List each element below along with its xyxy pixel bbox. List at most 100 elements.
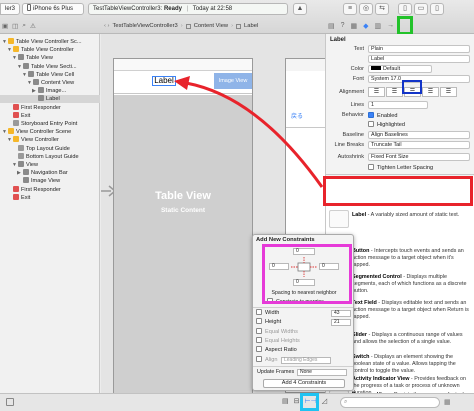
jumpbar-item-content-view[interactable]: Content View <box>194 23 228 29</box>
library-item[interactable]: Segmented Control - Displays multiple se… <box>352 274 472 295</box>
file-inspector-icon[interactable]: ▤ <box>328 22 335 30</box>
outline-item[interactable]: ▼ View Controller <box>0 136 100 144</box>
device-selector[interactable]: iPhone 6s Plus <box>22 3 84 15</box>
align-row[interactable]: Align <box>256 356 277 365</box>
stack-icon[interactable]: ▤ <box>282 397 289 405</box>
outline-item[interactable]: Top Layout Guide <box>0 144 100 153</box>
outline-item[interactable]: Label <box>0 95 100 104</box>
color-select[interactable]: Default <box>368 65 432 73</box>
outline-item-icon <box>23 177 29 184</box>
library-item[interactable]: Activity Indicator View - Provides feedb… <box>352 376 472 393</box>
outline-item-label: Top Layout Guide <box>26 145 70 152</box>
line-breaks-select[interactable]: Truncate Tail <box>368 141 470 149</box>
outline-item[interactable]: Bottom Layout Guide <box>0 152 100 161</box>
toggle-outline-icon[interactable] <box>6 398 14 406</box>
inspector-section-title: Label <box>330 37 346 43</box>
library-item[interactable]: Label - A variably sized amount of stati… <box>352 212 472 219</box>
width-label: Width <box>265 310 280 316</box>
align-select[interactable]: Leading Edges <box>281 357 331 364</box>
version-editor-icon[interactable]: ⇆ <box>375 3 389 15</box>
symbol-icon[interactable]: ◫ <box>12 22 18 30</box>
lines-field[interactable]: 1 <box>368 101 428 109</box>
folder-icon[interactable]: ▣ <box>2 22 8 30</box>
outline-item[interactable]: First Responder <box>0 103 100 112</box>
utilities-toggle-icon[interactable]: ▯ <box>430 3 444 15</box>
library-item[interactable]: Slider - Displays a continuous range of … <box>352 332 472 346</box>
highlighted-checkbox[interactable]: Highlighted <box>368 121 405 128</box>
autoshrink-select[interactable]: Fixed Font Size <box>368 153 470 161</box>
status-state: Ready <box>163 6 182 12</box>
outline-item[interactable]: ▼ View <box>0 161 100 169</box>
connections-inspector-icon[interactable]: → <box>387 22 394 29</box>
scheme-selector[interactable]: ler3 <box>0 3 20 15</box>
width-field[interactable]: 43 <box>331 310 351 317</box>
align-center-icon[interactable]: ☰ <box>386 87 403 97</box>
outline-item[interactable]: ▼ Table View <box>0 54 100 62</box>
update-frames-select[interactable]: None <box>297 369 347 376</box>
equal-widths-row[interactable]: Equal Widths <box>256 328 298 337</box>
standard-editor-icon[interactable]: ≡ <box>343 3 357 15</box>
outline-item-icon <box>13 103 19 110</box>
issue-icon[interactable]: ⚠ <box>30 22 36 30</box>
outline-item-label: View <box>26 162 39 168</box>
outline-item-label: Table View Secti... <box>31 63 77 70</box>
height-field[interactable]: 21 <box>331 319 351 326</box>
jumpbar-item-label[interactable]: Label <box>244 23 258 29</box>
outline-item[interactable]: ▼ Table View Cell <box>0 70 100 79</box>
help-inspector-icon[interactable]: ? <box>341 22 345 29</box>
outline-item-icon <box>13 120 19 126</box>
outline-item[interactable]: ▼ View Controller Scene <box>0 128 100 136</box>
height-row[interactable]: Height <box>256 318 281 327</box>
identity-inspector-icon[interactable]: ▦ <box>351 22 358 30</box>
align-justified-icon[interactable]: ☰ <box>422 87 439 97</box>
add-constraints-button[interactable]: Add 4 Constraints <box>263 379 345 388</box>
outline-item[interactable]: ▶ Navigation Bar <box>0 169 100 177</box>
library-item[interactable]: Button - Intercepts touch events and sen… <box>352 248 472 269</box>
text-content-field[interactable]: Label <box>368 55 470 63</box>
outline-item[interactable]: ▼ Table View Secti... <box>0 62 100 71</box>
jumpbar-back-icon[interactable]: ‹ › <box>104 23 109 29</box>
text-type-select[interactable]: Plain <box>368 45 470 53</box>
outline-item[interactable]: Exit <box>0 111 100 120</box>
align-natural-icon[interactable]: ☰ <box>440 87 457 97</box>
outline-item[interactable]: Image View <box>0 177 100 185</box>
outline-item-label: View Controller <box>21 137 59 144</box>
outline-item[interactable]: Exit <box>0 193 100 202</box>
update-frames-label: Update Frames <box>257 369 295 375</box>
resolve-issues-icon[interactable]: ◿ <box>322 397 327 405</box>
checkbox-icon <box>256 356 262 362</box>
outline-item[interactable]: ▼ Content View <box>0 79 100 87</box>
library-filter-input[interactable]: ⌕ <box>340 397 440 408</box>
navigator-toggle-icon[interactable]: ▯ <box>398 3 412 15</box>
lines-label: Lines <box>350 102 364 108</box>
grid-view-icon[interactable]: ▦ <box>444 398 451 406</box>
find-icon[interactable]: ⌕ <box>22 22 26 30</box>
align-icon[interactable]: ⊟ <box>294 397 300 405</box>
debug-toggle-icon[interactable]: ▭ <box>414 3 428 15</box>
align-left-icon[interactable]: ☰ <box>368 87 385 97</box>
jumpbar-item-project[interactable]: TestTableViewController3 <box>112 23 177 29</box>
aspect-ratio-row[interactable]: Aspect Ratio <box>256 346 297 355</box>
width-row[interactable]: Width <box>256 309 279 318</box>
size-inspector-icon[interactable]: ▥ <box>375 22 382 30</box>
baseline-select[interactable]: Align Baselines <box>368 131 470 139</box>
tighten-checkbox[interactable]: Tighten Letter Spacing <box>368 164 433 171</box>
outline-item[interactable]: Storyboard Entry Point <box>0 120 100 128</box>
equal-heights-row[interactable]: Equal Heights <box>256 337 300 346</box>
outline-item-label: Navigation Bar <box>31 170 68 177</box>
table-view-subtitle: Static Content <box>160 207 206 214</box>
outline-item[interactable]: ▶ Image... <box>0 87 100 95</box>
enabled-checkbox[interactable]: Enabled <box>368 112 398 119</box>
assistant-editor-icon[interactable]: ◎ <box>359 3 373 15</box>
outline-item[interactable]: ▼ Table View Controller Sc... <box>0 38 100 46</box>
library-item[interactable]: Text Field - Displays editable text and … <box>352 300 472 321</box>
attributes-inspector-icon[interactable]: ◆ <box>363 22 368 30</box>
outline-item-label: View Controller Scene <box>16 129 72 136</box>
outline-item[interactable]: ▼ Table View Controller <box>0 46 100 54</box>
highlighted-label: Highlighted <box>377 122 405 128</box>
library-item[interactable]: Switch - Displays an element showing the… <box>352 354 472 375</box>
text-type-label: Text <box>353 46 364 52</box>
status-separator: | <box>186 6 189 12</box>
warning-icon[interactable]: ▲ <box>293 3 307 15</box>
outline-item[interactable]: First Responder <box>0 185 100 194</box>
